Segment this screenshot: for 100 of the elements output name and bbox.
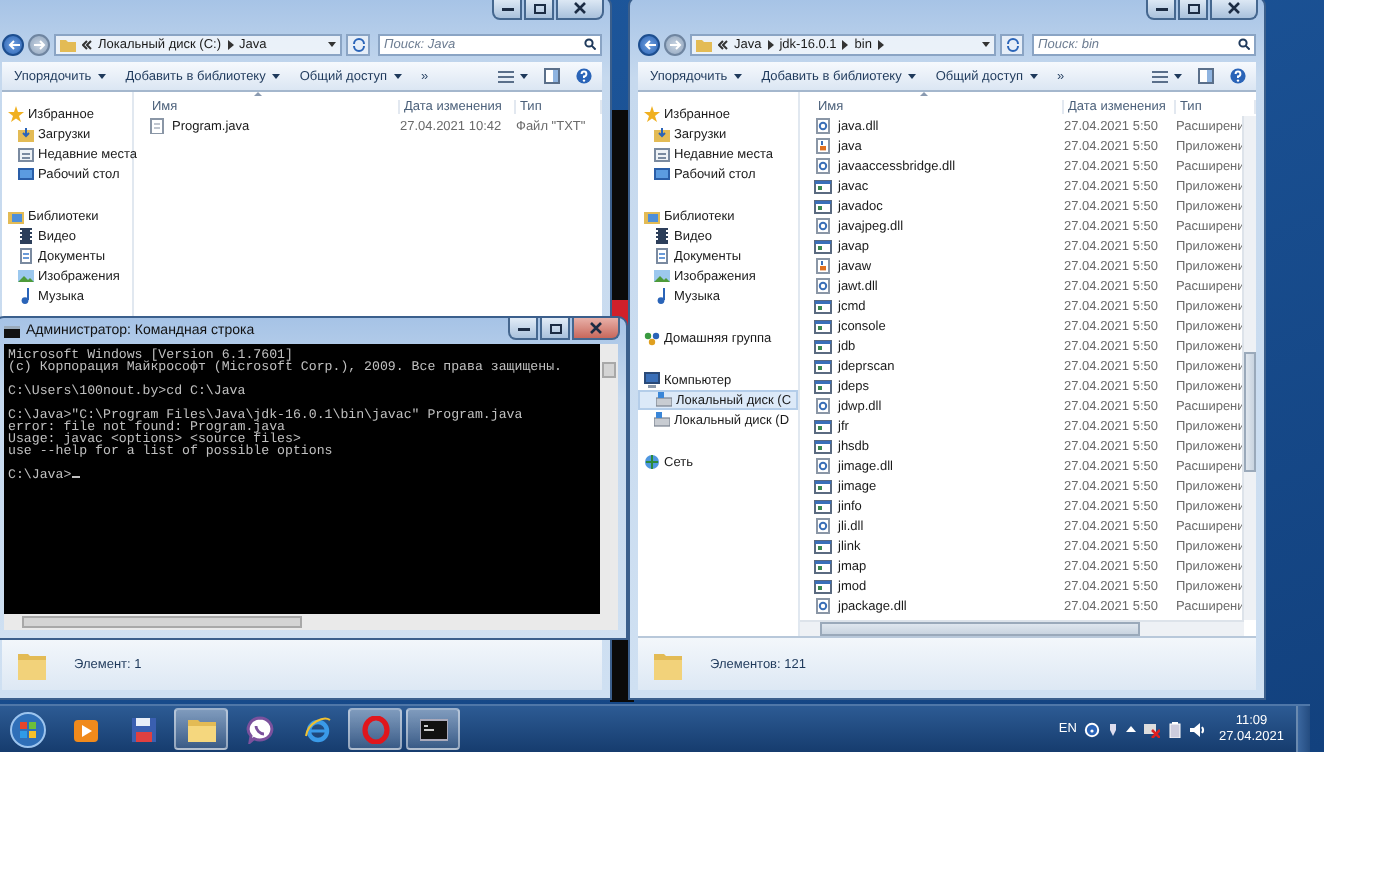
horizontal-scrollbar[interactable] <box>4 614 618 630</box>
maximize-icon <box>549 323 561 333</box>
caret-icon <box>328 41 336 47</box>
maximize-button[interactable] <box>540 318 570 340</box>
minimize-icon <box>501 4 513 12</box>
minimize-button[interactable] <box>492 0 522 20</box>
window-icon <box>814 298 832 314</box>
window-icon <box>814 338 832 354</box>
horizontal-scrollbar[interactable] <box>800 620 1244 636</box>
start-orb-icon <box>9 711 45 747</box>
close-button[interactable] <box>572 318 620 340</box>
minimize-icon <box>517 324 529 332</box>
close-icon <box>574 2 586 14</box>
scroll-thumb[interactable] <box>22 616 302 628</box>
speaker-icon <box>1190 721 1207 737</box>
library-folder-icon <box>8 208 24 224</box>
window-icon <box>814 198 832 214</box>
caret-icon <box>1029 73 1038 79</box>
triangle-right-icon <box>227 39 234 49</box>
back-button[interactable] <box>2 33 24 55</box>
caret-icon <box>271 73 280 79</box>
double-chevron-icon <box>718 39 728 49</box>
star-icon <box>8 106 24 122</box>
right-arrow-icon <box>33 39 45 49</box>
forward-button[interactable] <box>664 33 686 55</box>
refresh-button[interactable] <box>1000 33 1024 55</box>
window-grid-icon <box>18 146 34 162</box>
sort-arrow-icon <box>254 92 262 96</box>
volume-button[interactable] <box>1190 721 1207 737</box>
flag-cross-icon <box>1144 721 1161 737</box>
taskbar-button[interactable] <box>406 708 460 750</box>
window-grid-icon <box>654 146 670 162</box>
document-icon <box>654 248 670 264</box>
caret-icon <box>907 73 916 79</box>
preview-pane-button[interactable] <box>1194 66 1218 86</box>
library-folder-icon <box>644 208 660 224</box>
sort-arrow-icon <box>920 92 928 96</box>
monitor-icon <box>18 166 34 182</box>
back-button[interactable] <box>638 33 660 55</box>
view-button[interactable] <box>494 67 532 85</box>
computer-icon <box>644 372 660 388</box>
scroll-thumb[interactable] <box>1244 352 1256 472</box>
maximize-button[interactable] <box>524 0 554 20</box>
triangle-right-icon <box>842 39 849 49</box>
search-icon <box>584 38 596 50</box>
minimize-button[interactable] <box>508 318 538 340</box>
window-icon <box>814 358 832 374</box>
refresh-button[interactable] <box>346 33 370 55</box>
scroll-thumb[interactable] <box>820 622 1140 636</box>
window-icon <box>814 478 832 494</box>
maximize-button[interactable] <box>1178 0 1208 20</box>
picture-icon <box>18 268 34 284</box>
forward-button[interactable] <box>28 33 50 55</box>
close-button[interactable] <box>556 0 604 20</box>
music-note-icon <box>654 288 670 304</box>
search-icon <box>1238 38 1250 50</box>
caret-icon <box>97 73 106 79</box>
window-icon <box>814 178 832 194</box>
close-button[interactable] <box>1210 0 1258 20</box>
window-icon <box>814 238 832 254</box>
drive-icon <box>654 412 670 428</box>
pane-icon <box>544 68 560 84</box>
tray-button[interactable] <box>1144 721 1161 737</box>
folder-icon <box>60 37 76 51</box>
window-icon <box>814 538 832 554</box>
triangle-right-icon <box>767 39 774 49</box>
document-icon <box>18 248 34 264</box>
folder-icon <box>18 648 46 680</box>
minimize-icon <box>1155 4 1167 12</box>
scroll-thumb[interactable] <box>602 362 616 378</box>
e-logo-icon <box>303 715 331 743</box>
vertical-scrollbar[interactable] <box>600 344 618 614</box>
pane-icon <box>1198 68 1214 84</box>
terminal-icon <box>4 325 20 337</box>
double-chevron-icon <box>82 39 92 49</box>
monitor-icon <box>654 166 670 182</box>
folder-arrow-icon <box>18 126 34 142</box>
refresh-icon <box>1005 37 1019 51</box>
preview-pane-button[interactable] <box>540 66 564 86</box>
drive-icon <box>656 392 672 408</box>
window-icon <box>814 558 832 574</box>
window-icon <box>814 378 832 394</box>
show-hidden-icons-button[interactable] <box>1126 726 1137 732</box>
taskbar-button[interactable] <box>174 708 228 750</box>
folder-icon <box>654 648 682 680</box>
page-icon <box>148 118 166 134</box>
view-button[interactable] <box>1148 67 1186 85</box>
folder-icon <box>696 37 712 51</box>
window-icon <box>814 318 832 334</box>
music-note-icon <box>18 288 34 304</box>
vertical-scrollbar[interactable] <box>1242 116 1256 620</box>
phone-bubble-icon <box>245 715 273 743</box>
picture-icon <box>654 268 670 284</box>
text-cursor <box>71 476 80 478</box>
minimize-button[interactable] <box>1146 0 1176 20</box>
folder-icon <box>187 715 215 743</box>
left-arrow-icon <box>7 39 19 49</box>
refresh-icon <box>351 37 365 51</box>
right-arrow-icon <box>669 39 681 49</box>
list-view-icon <box>1152 69 1168 83</box>
